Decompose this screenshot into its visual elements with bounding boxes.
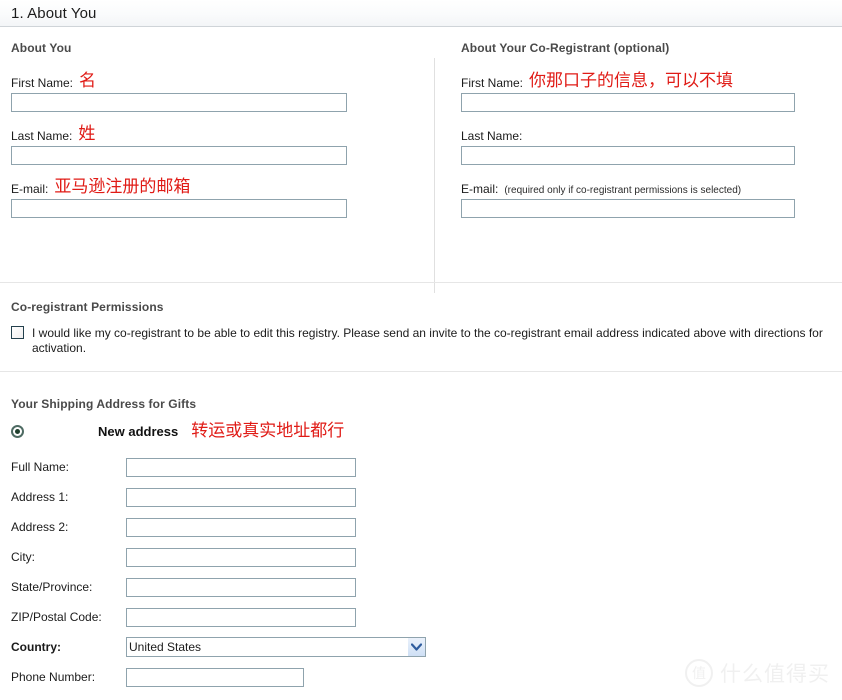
new-address-annotation: 转运或真实地址都行 — [191, 421, 345, 441]
co-registrant-column: About Your Co-Registrant (optional) Firs… — [461, 41, 831, 218]
address-2-row: Address 2: — [11, 512, 426, 542]
country-select-wrap[interactable]: United States — [126, 637, 426, 657]
country-select[interactable]: United States — [126, 637, 426, 657]
address-2-input[interactable] — [126, 517, 356, 537]
city-row: City: — [11, 542, 426, 572]
page-title: 1. About You — [11, 4, 97, 22]
about-you-column: About You First Name: 名 Last Name: 姓 E-m… — [11, 41, 411, 218]
zip-postal-code-input[interactable] — [126, 607, 356, 627]
co-registrant-edit-checkbox-label: I would like my co-registrant to be able… — [32, 326, 823, 355]
email-label: E-mail: — [11, 182, 49, 196]
email-input[interactable] — [11, 199, 347, 218]
country-row: Country: United States — [11, 632, 426, 662]
state-province-label: State/Province: — [11, 580, 93, 594]
co-first-name-annotation: 你那口子的信息，可以不填 — [529, 71, 734, 91]
country-label: Country: — [11, 640, 61, 654]
permissions-section: Co-registrant Permissions I would like m… — [11, 300, 835, 356]
co-email-hint: (required only if co-registrant permissi… — [504, 185, 742, 196]
first-name-label: First Name: — [11, 76, 74, 90]
column-divider — [434, 58, 435, 293]
co-registrant-section-title: About Your Co-Registrant (optional) — [461, 41, 670, 55]
address-1-row: Address 1: — [11, 482, 426, 512]
page-header: 1. About You — [0, 0, 842, 27]
co-last-name-label: Last Name: — [461, 129, 523, 143]
address-2-label: Address 2: — [11, 520, 69, 534]
address-1-input[interactable] — [126, 487, 356, 507]
phone-number-row: Phone Number: — [11, 662, 426, 692]
first-name-input[interactable] — [11, 93, 347, 112]
email-annotation: 亚马逊注册的邮箱 — [54, 177, 191, 197]
full-name-label: Full Name: — [11, 460, 70, 474]
state-province-input[interactable] — [126, 577, 356, 597]
zip-postal-code-row: ZIP/Postal Code: — [11, 602, 426, 632]
watermark-text: 什么值得买 — [720, 662, 830, 686]
co-first-name-input[interactable] — [461, 93, 795, 112]
co-last-name-input[interactable] — [461, 146, 795, 165]
full-name-row: Full Name: — [11, 452, 426, 482]
email-label-row: E-mail: 亚马逊注册的邮箱 — [11, 177, 411, 197]
new-address-radio[interactable] — [11, 425, 24, 438]
co-email-label-row: E-mail: (required only if co-registrant … — [461, 178, 831, 196]
about-you-section-title: About You — [11, 41, 72, 55]
last-name-input[interactable] — [11, 146, 347, 165]
about-area: About You First Name: 名 Last Name: 姓 E-m… — [0, 27, 842, 293]
last-name-label-row: Last Name: 姓 — [11, 124, 411, 144]
first-name-annotation: 名 — [79, 71, 97, 91]
new-address-radio-dot — [15, 429, 20, 434]
city-input[interactable] — [126, 547, 356, 567]
co-last-name-label-row: Last Name: — [461, 125, 831, 143]
city-label: City: — [11, 550, 35, 564]
permissions-checkbox-row[interactable]: I would like my co-registrant to be able… — [11, 326, 835, 356]
state-province-row: State/Province: — [11, 572, 426, 602]
permissions-section-title: Co-registrant Permissions — [11, 300, 164, 314]
co-first-name-label: First Name: — [461, 76, 524, 90]
last-name-annotation: 姓 — [78, 124, 96, 144]
watermark-badge-icon: 值 — [685, 659, 713, 687]
co-first-name-label-row: First Name: 你那口子的信息，可以不填 — [461, 71, 831, 91]
co-email-input[interactable] — [461, 199, 795, 218]
full-name-input[interactable] — [126, 457, 356, 477]
phone-number-input[interactable] — [126, 667, 304, 687]
zip-postal-code-label: ZIP/Postal Code: — [11, 610, 102, 624]
phone-number-label: Phone Number: — [11, 670, 96, 684]
address-1-label: Address 1: — [11, 490, 69, 504]
watermark: 值 什么值得买 — [685, 658, 830, 688]
new-address-label: New address — [98, 424, 179, 439]
first-name-label-row: First Name: 名 — [11, 71, 411, 91]
address-form: Full Name: Address 1: Address 2: City: S… — [11, 452, 426, 692]
co-registrant-edit-checkbox[interactable] — [11, 326, 24, 339]
co-email-label: E-mail: — [461, 182, 499, 196]
shipping-section-title: Your Shipping Address for Gifts — [11, 397, 197, 411]
shipping-section: Your Shipping Address for Gifts — [11, 397, 835, 411]
last-name-label: Last Name: — [11, 129, 73, 143]
permissions-divider — [0, 282, 842, 283]
new-address-row[interactable]: New address 转运或真实地址都行 — [11, 423, 344, 440]
shipping-divider — [0, 371, 842, 372]
